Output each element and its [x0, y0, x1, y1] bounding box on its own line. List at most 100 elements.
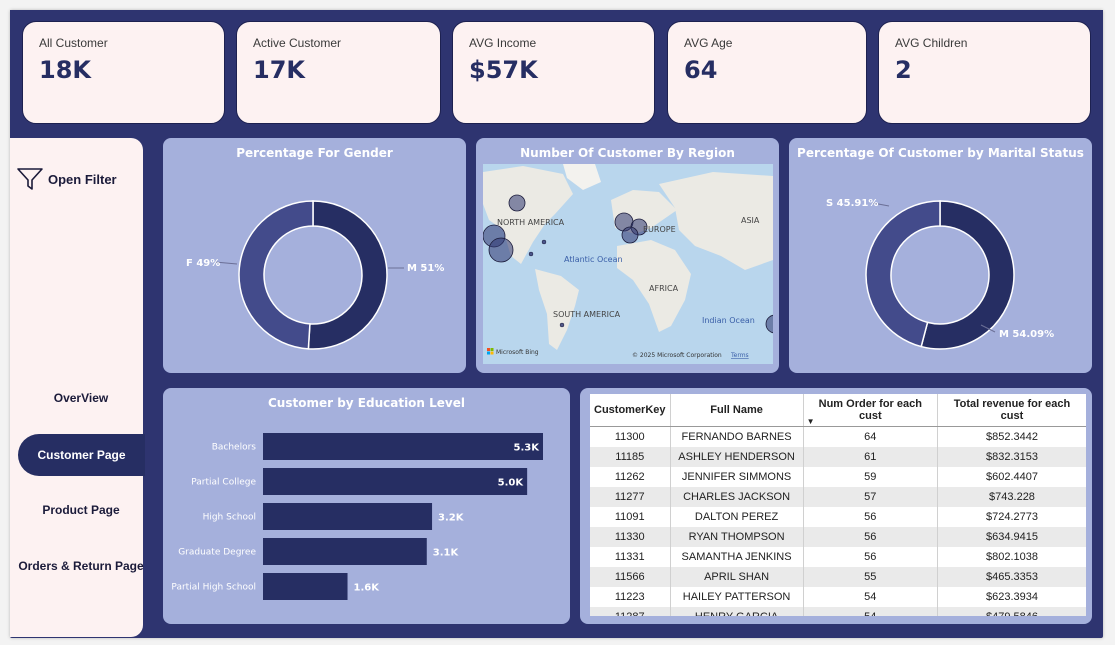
table-row[interactable]: 11287HENRY GARCIA54$479.5846 — [590, 606, 1086, 616]
col-header-full-name[interactable]: Full Name — [669, 394, 804, 427]
cell-num-order: 61 — [802, 446, 938, 467]
cell-num-order: 56 — [802, 526, 938, 547]
cell-num-order: 54 — [802, 606, 938, 616]
map-label-europe: EUROPE — [643, 225, 676, 234]
cell-customerkey: 11330 — [590, 526, 671, 547]
table-row[interactable]: 11091 DALTON PEREZ 56 $724.2773 — [590, 506, 1086, 527]
col-header-customerkey[interactable]: CustomerKey — [590, 394, 671, 427]
filter-icon — [16, 164, 44, 195]
map-bubble[interactable] — [488, 237, 514, 263]
kpi-value: 17K — [253, 56, 305, 84]
cell-total-revenue: $634.9415 — [936, 526, 1086, 547]
cell-customerkey: 11300 — [590, 426, 671, 447]
table-row[interactable]: 11262 JENNIFER SIMMONS 59 $602.4407 — [590, 466, 1086, 487]
marital-label-s: S 45.91% — [826, 198, 878, 209]
education-bar[interactable] — [263, 468, 528, 495]
kpi-value: 2 — [895, 56, 912, 84]
cell-num-order: 57 — [802, 486, 938, 507]
nav-item-orders-return-page[interactable]: Orders & Return Page — [10, 559, 152, 573]
map-label-indian-ocean: Indian Ocean — [702, 316, 755, 325]
cell-num-order: 54 — [802, 586, 938, 607]
cell-total-revenue: $802.1038 — [936, 546, 1086, 567]
map-bubble[interactable] — [765, 314, 773, 334]
cell-total-revenue: $623.3934 — [936, 586, 1086, 607]
cell-full-name: HENRY GARCIA — [669, 606, 804, 616]
cell-full-name: HAILEY PATTERSON — [669, 586, 804, 607]
kpi-value: 18K — [39, 56, 91, 84]
marital-panel: Percentage Of Customer by Marital Status… — [789, 138, 1092, 373]
kpi-label: AVG Income — [469, 36, 537, 50]
gender-panel: Percentage For Gender F 49% M 51% — [163, 138, 466, 373]
cell-total-revenue: $479.5846 — [936, 606, 1086, 616]
kpi-avg-children: AVG Children 2 — [878, 21, 1091, 124]
kpi-label: Active Customer — [253, 36, 342, 50]
nav-item-customer-page[interactable]: Customer Page — [18, 434, 145, 476]
microsoft-logo-icon-part — [490, 348, 494, 351]
microsoft-logo-icon-part — [487, 351, 490, 355]
cell-full-name: JENNIFER SIMMONS — [669, 466, 804, 487]
map-bubble[interactable] — [621, 226, 639, 244]
kpi-label: AVG Age — [684, 36, 733, 50]
cell-num-order: 56 — [802, 546, 938, 567]
open-filter-button[interactable]: Open Filter — [16, 164, 117, 195]
education-bar[interactable] — [263, 503, 433, 530]
education-category-label: Partial College — [191, 478, 256, 488]
nav-item-overview[interactable]: OverView — [10, 391, 152, 405]
col-header-num-order[interactable]: Num Order for each cust ▼ — [802, 394, 938, 427]
education-bar[interactable] — [263, 433, 543, 460]
map-bubble[interactable] — [528, 251, 534, 257]
microsoft-logo-icon — [487, 348, 490, 351]
cell-customerkey: 11223 — [590, 586, 671, 607]
education-bar[interactable] — [263, 573, 348, 600]
map-bubble[interactable] — [508, 194, 526, 212]
table-row[interactable]: 11566 APRIL SHAN 55 $465.3353 — [590, 566, 1086, 587]
cell-num-order: 64 — [802, 426, 938, 447]
cell-customerkey: 11262 — [590, 466, 671, 487]
region-map[interactable]: NORTH AMERICA EUROPE ASIA Atlantic Ocean… — [483, 164, 773, 364]
nav-item-product-page[interactable]: Product Page — [10, 503, 152, 517]
cell-customerkey: 11331 — [590, 546, 671, 567]
table-row[interactable]: 11330 RYAN THOMPSON 56 $634.9415 — [590, 526, 1086, 547]
cell-total-revenue: $602.4407 — [936, 466, 1086, 487]
cell-num-order: 56 — [802, 506, 938, 527]
education-bar[interactable] — [263, 538, 427, 565]
kpi-all-customer: All Customer 18K — [22, 21, 225, 124]
map-bubble[interactable] — [541, 239, 547, 245]
kpi-label: AVG Children — [895, 36, 968, 50]
kpi-band: All Customer 18K Active Customer 17K AVG… — [10, 10, 1103, 138]
open-filter-label: Open Filter — [48, 172, 117, 187]
map-bubble[interactable] — [559, 322, 565, 328]
cell-full-name: CHARLES JACKSON — [669, 486, 804, 507]
region-map-panel: Number Of Customer By Region NORTH AMERI… — [476, 138, 779, 373]
gender-slice-f[interactable] — [238, 200, 314, 350]
customer-table-panel: CustomerKey Full Name Num Order for each… — [580, 388, 1092, 624]
kpi-label: All Customer — [39, 36, 108, 50]
cell-full-name: FERNANDO BARNES — [669, 426, 804, 447]
cell-full-name: APRIL SHAN — [669, 566, 804, 587]
kpi-value: 64 — [684, 56, 718, 84]
table-row[interactable]: 11300 FERNANDO BARNES 64 $852.3442 — [590, 426, 1086, 447]
cell-customerkey: 11091 — [590, 506, 671, 527]
gender-slice-m[interactable] — [307, 200, 388, 350]
col-header-num-order-label: Num Order for each cust — [818, 398, 922, 422]
cell-full-name: RYAN THOMPSON — [669, 526, 804, 547]
table-row[interactable]: 11223 HAILEY PATTERSON 54 $623.3934 — [590, 586, 1086, 607]
cell-num-order: 55 — [802, 566, 938, 587]
microsoft-logo-icon-part — [490, 351, 494, 355]
cell-full-name: ASHLEY HENDERSON — [669, 446, 804, 467]
col-header-total-revenue[interactable]: Total revenue for each cust — [936, 394, 1086, 427]
cell-total-revenue: $852.3442 — [936, 426, 1086, 447]
map-label-atlantic: Atlantic Ocean — [564, 255, 623, 264]
region-map-title: Number Of Customer By Region — [520, 146, 735, 160]
education-value-label: 3.2K — [438, 513, 465, 524]
table-row[interactable]: 11331 SAMANTHA JENKINS 56 $802.1038 — [590, 546, 1086, 567]
cell-total-revenue: $743.228 — [936, 486, 1086, 507]
table-row[interactable]: 11185 ASHLEY HENDERSON 61 $832.3153 — [590, 446, 1086, 467]
map-terms-link[interactable]: Terms — [730, 352, 749, 359]
cell-num-order: 59 — [802, 466, 938, 487]
cell-customerkey: 11185 — [590, 446, 671, 467]
side-nav: Open Filter OverView Customer Page Produ… — [10, 138, 145, 637]
education-bar-chart: Bachelors 5.3K Partial College 5.0K High Sch… — [171, 433, 543, 600]
education-value-label: 5.3K — [514, 443, 541, 454]
table-row[interactable]: 11277 CHARLES JACKSON 57 $743.228 — [590, 486, 1086, 507]
